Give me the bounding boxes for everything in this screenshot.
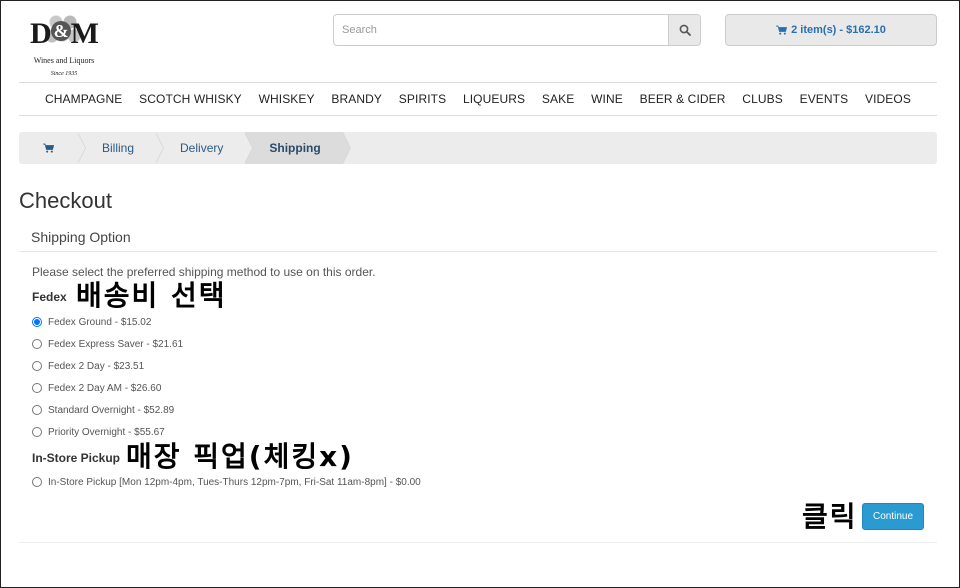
cart-icon <box>776 25 788 35</box>
radio-fedex-express-saver[interactable] <box>32 339 42 349</box>
nav-item-sake[interactable]: SAKE <box>542 92 574 106</box>
option-fedex-2-day-am[interactable]: Fedex 2 Day AM - $26.60 <box>32 381 161 395</box>
radio-in-store-pickup[interactable] <box>32 477 42 487</box>
shipping-instructions: Please select the preferred shipping met… <box>32 265 376 279</box>
nav-item-beer-cider[interactable]: BEER & CIDER <box>640 92 726 106</box>
option-priority-overnight[interactable]: Priority Overnight - $55.67 <box>32 425 165 439</box>
page-title: Checkout <box>19 188 112 213</box>
main-nav: CHAMPAGNE SCOTCH WHISKY WHISKEY BRANDY S… <box>19 82 937 116</box>
group-label-in-store-pickup: In-Store Pickup <box>32 451 121 465</box>
annotation-click: 클릭 <box>802 500 858 533</box>
radio-fedex-ground[interactable] <box>32 317 42 327</box>
nav-item-liqueurs[interactable]: LIQUEURS <box>463 92 525 106</box>
option-fedex-express-saver[interactable]: Fedex Express Saver - $21.61 <box>32 337 183 351</box>
group-label-fedex: Fedex <box>32 290 67 304</box>
checkout-breadcrumb: Billing Delivery Shipping <box>19 132 937 164</box>
cart-button[interactable]: 2 item(s) - $162.10 <box>725 14 937 46</box>
option-label: In-Store Pickup [Mon 12pm-4pm, Tues-Thur… <box>48 476 421 488</box>
option-fedex-ground[interactable]: Fedex Ground - $15.02 <box>32 315 151 329</box>
nav-item-spirits[interactable]: SPIRITS <box>399 92 446 106</box>
nav-item-events[interactable]: EVENTS <box>800 92 849 106</box>
search-icon <box>679 24 691 36</box>
option-label: Fedex 2 Day - $23.51 <box>48 360 145 372</box>
breadcrumb-billing[interactable]: Billing <box>78 132 165 164</box>
store-logo[interactable]: D & M Wines and Liquors Since 1935 <box>22 10 106 77</box>
logo-mark: D & M <box>22 10 106 50</box>
search-button[interactable] <box>668 15 700 45</box>
breadcrumb-cart[interactable] <box>19 132 86 164</box>
logo-letter-right: M <box>70 17 99 50</box>
annotation-store-pickup: 매장 픽업(체킹x) <box>126 440 354 473</box>
option-label: Fedex Express Saver - $21.61 <box>48 338 184 350</box>
annotation-select-shipping: 배송비 선택 <box>76 279 227 312</box>
radio-standard-overnight[interactable] <box>32 405 42 415</box>
logo-tagline: Wines and Liquors <box>33 56 95 65</box>
breadcrumb-shipping[interactable]: Shipping <box>245 132 352 164</box>
logo-since: Since 1935 <box>50 71 78 77</box>
logo-letter-left: D <box>30 17 52 50</box>
panel-title: Shipping Option <box>19 224 937 252</box>
continue-button[interactable]: Continue <box>862 503 924 530</box>
nav-item-champagne[interactable]: CHAMPAGNE <box>45 92 122 106</box>
nav-item-videos[interactable]: VIDEOS <box>865 92 911 106</box>
search-input[interactable] <box>334 15 668 45</box>
breadcrumb-delivery[interactable]: Delivery <box>156 132 254 164</box>
logo-ampersand: & <box>50 21 71 41</box>
option-label: Standard Overnight - $52.89 <box>48 404 175 416</box>
nav-item-scotch-whisky[interactable]: SCOTCH WHISKY <box>139 92 242 106</box>
option-label: Fedex 2 Day AM - $26.60 <box>48 382 162 394</box>
logo-letters: D & M <box>22 16 106 49</box>
cart-icon <box>43 143 54 153</box>
radio-fedex-2-day[interactable] <box>32 361 42 371</box>
option-in-store-pickup[interactable]: In-Store Pickup [Mon 12pm-4pm, Tues-Thur… <box>32 475 421 489</box>
nav-item-brandy[interactable]: BRANDY <box>331 92 382 106</box>
radio-priority-overnight[interactable] <box>32 427 42 437</box>
cart-summary: 2 item(s) - $162.10 <box>791 24 886 36</box>
nav-item-clubs[interactable]: CLUBS <box>742 92 783 106</box>
option-standard-overnight[interactable]: Standard Overnight - $52.89 <box>32 403 174 417</box>
nav-item-whiskey[interactable]: WHISKEY <box>259 92 315 106</box>
radio-fedex-2-day-am[interactable] <box>32 383 42 393</box>
option-label: Fedex Ground - $15.02 <box>48 316 152 328</box>
search-bar <box>333 14 701 46</box>
nav-item-wine[interactable]: WINE <box>591 92 623 106</box>
option-label: Priority Overnight - $55.67 <box>48 426 165 438</box>
content-divider <box>19 542 937 543</box>
option-fedex-2-day[interactable]: Fedex 2 Day - $23.51 <box>32 359 144 373</box>
